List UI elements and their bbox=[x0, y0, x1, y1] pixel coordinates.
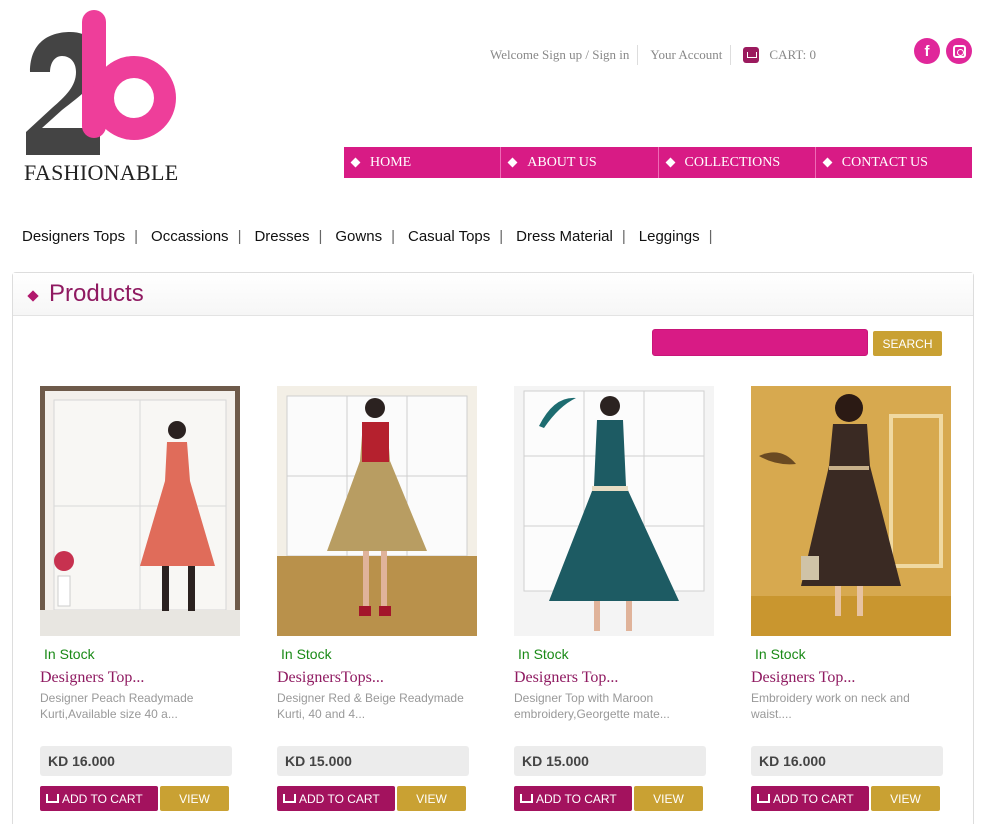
divider: | bbox=[621, 228, 626, 245]
product-photo bbox=[514, 386, 714, 636]
product-price: KD 15.000 bbox=[277, 746, 469, 776]
logo-text: FASHIONABLE bbox=[24, 160, 179, 185]
product-card: In Stock Designers Top... Embroidery wor… bbox=[751, 386, 951, 811]
category-occassions[interactable]: Occassions bbox=[151, 228, 229, 245]
nav-collections[interactable]: COLLECTIONS bbox=[659, 147, 816, 178]
button-label: ADD TO CART bbox=[773, 791, 854, 806]
main-nav: HOME ABOUT US COLLECTIONS CONTACT US bbox=[344, 147, 972, 178]
diamond-icon bbox=[822, 157, 833, 168]
button-label: ADD TO CART bbox=[62, 791, 143, 806]
nav-contact-us[interactable]: CONTACT US bbox=[816, 147, 972, 178]
products-header: Products bbox=[13, 273, 973, 316]
category-gowns[interactable]: Gowns bbox=[335, 228, 382, 245]
add-to-cart-button[interactable]: ADD TO CART bbox=[751, 786, 869, 811]
category-casual-tops[interactable]: Casual Tops bbox=[408, 228, 490, 245]
divider: | bbox=[499, 228, 504, 245]
product-photo bbox=[40, 386, 240, 636]
signin-link[interactable]: Welcome Sign up / Sign in bbox=[490, 47, 629, 63]
product-image[interactable] bbox=[751, 386, 951, 636]
diamond-icon bbox=[27, 290, 39, 302]
add-to-cart-button[interactable]: ADD TO CART bbox=[277, 786, 395, 811]
category-dress-material[interactable]: Dress Material bbox=[516, 228, 613, 245]
nav-label: COLLECTIONS bbox=[684, 154, 781, 170]
search-button[interactable]: SEARCH bbox=[873, 331, 942, 356]
product-card: In Stock Designers Top... Designer Peach… bbox=[40, 386, 240, 811]
products-panel: Products SEARCH In Stock Designers Top..… bbox=[12, 272, 974, 824]
product-photo bbox=[277, 386, 477, 636]
view-button[interactable]: VIEW bbox=[871, 786, 940, 811]
brand-logo[interactable]: FASHIONABLE bbox=[22, 10, 187, 185]
product-image[interactable] bbox=[277, 386, 477, 636]
product-price: KD 16.000 bbox=[40, 746, 232, 776]
nav-label: ABOUT US bbox=[527, 154, 597, 170]
stock-status: In Stock bbox=[44, 646, 95, 662]
product-name[interactable]: Designers Top... bbox=[40, 669, 240, 687]
page-title: Products bbox=[49, 280, 144, 307]
category-designers-tops[interactable]: Designers Tops bbox=[22, 228, 125, 245]
nav-label: CONTACT US bbox=[841, 154, 928, 170]
view-button[interactable]: VIEW bbox=[397, 786, 466, 811]
divider: | bbox=[318, 228, 323, 245]
view-button[interactable]: VIEW bbox=[160, 786, 229, 811]
product-price: KD 16.000 bbox=[751, 746, 943, 776]
nav-label: HOME bbox=[370, 154, 412, 170]
button-label: ADD TO CART bbox=[299, 791, 380, 806]
product-image[interactable] bbox=[514, 386, 714, 636]
stock-status: In Stock bbox=[755, 646, 806, 662]
product-description: Designer Red & Beige Readymade Kurti, 40… bbox=[277, 691, 464, 721]
product-price: KD 15.000 bbox=[514, 746, 706, 776]
your-account-link[interactable]: Your Account bbox=[650, 47, 722, 63]
category-dresses[interactable]: Dresses bbox=[254, 228, 309, 245]
top-links: Welcome Sign up / Sign in Your Account C… bbox=[490, 44, 816, 66]
instagram-icon[interactable] bbox=[946, 38, 972, 64]
add-to-cart-button[interactable]: ADD TO CART bbox=[40, 786, 158, 811]
product-name[interactable]: DesignersTops... bbox=[277, 669, 477, 687]
cart-icon[interactable] bbox=[743, 47, 760, 63]
diamond-icon bbox=[350, 157, 361, 168]
divider: | bbox=[708, 228, 713, 245]
diamond-icon bbox=[665, 157, 675, 168]
product-photo bbox=[751, 386, 951, 636]
divider: | bbox=[134, 228, 139, 245]
category-bar: Designers Tops | Occassions | Dresses | Gow… bbox=[22, 228, 726, 245]
stock-status: In Stock bbox=[281, 646, 332, 662]
divider: | bbox=[391, 228, 395, 245]
product-name[interactable]: Designers Top... bbox=[514, 669, 714, 687]
product-description: Designer Top with Maroon embroidery,Geor… bbox=[514, 691, 670, 721]
divider bbox=[730, 45, 732, 65]
button-label: ADD TO CART bbox=[536, 791, 617, 806]
instagram-glyph bbox=[952, 44, 966, 58]
facebook-glyph: f bbox=[924, 42, 930, 60]
nav-home[interactable]: HOME bbox=[344, 147, 502, 178]
cart-link[interactable]: CART: 0 bbox=[769, 47, 816, 63]
view-button[interactable]: VIEW bbox=[634, 786, 703, 811]
product-description: Designer Peach Readymade Kurti,Available… bbox=[40, 691, 194, 721]
product-image[interactable] bbox=[40, 386, 240, 636]
add-to-cart-button[interactable]: ADD TO CART bbox=[514, 786, 632, 811]
divider: | bbox=[237, 228, 242, 245]
nav-about-us[interactable]: ABOUT US bbox=[501, 147, 659, 178]
product-card: In Stock Designers Top... Designer Top w… bbox=[514, 386, 714, 811]
category-leggings[interactable]: Leggings bbox=[639, 228, 700, 245]
product-description: Embroidery work on neck and waist.... bbox=[751, 691, 910, 721]
stock-status: In Stock bbox=[518, 646, 569, 662]
cart-icon bbox=[46, 794, 59, 803]
cart-icon bbox=[283, 794, 296, 803]
product-name[interactable]: Designers Top... bbox=[751, 669, 951, 687]
divider bbox=[637, 45, 639, 65]
cart-icon bbox=[520, 794, 533, 803]
diamond-icon bbox=[507, 157, 518, 168]
product-card: In Stock DesignersTops... Designer Red &… bbox=[277, 386, 477, 811]
logo-mark bbox=[26, 10, 176, 155]
search-input[interactable] bbox=[652, 329, 868, 356]
facebook-icon[interactable]: f bbox=[914, 38, 940, 64]
cart-icon bbox=[757, 794, 770, 803]
